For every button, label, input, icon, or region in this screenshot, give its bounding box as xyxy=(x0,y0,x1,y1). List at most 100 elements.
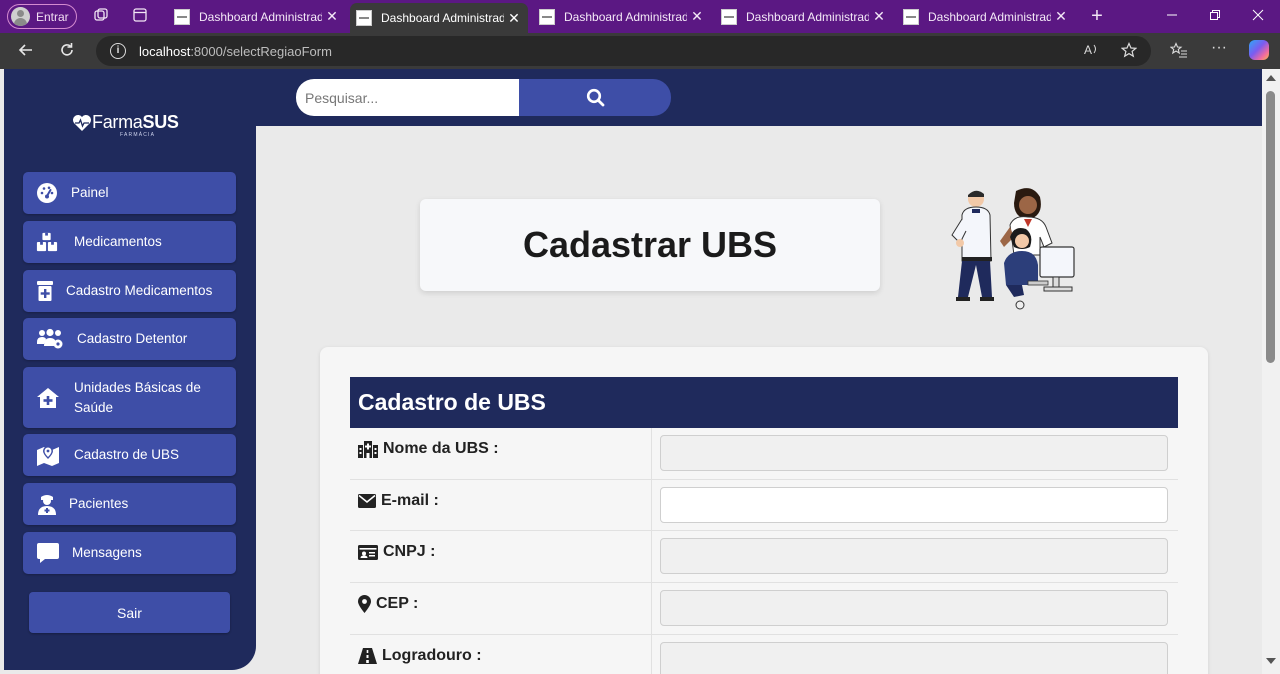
form-row-cep: CEP : xyxy=(350,583,1178,635)
browser-toolbar: i localhost:8000/selectRegiaoForm A ··· xyxy=(0,33,1280,69)
sidebar-item-label: Pacientes xyxy=(69,496,129,511)
field-label-row: CNPJ : xyxy=(350,531,652,583)
road-icon xyxy=(358,647,377,665)
page-scrollbar[interactable] xyxy=(1262,69,1280,674)
back-arrow-icon[interactable] xyxy=(16,41,36,61)
close-window-icon[interactable] xyxy=(1236,5,1280,27)
browser-tab[interactable]: Dashboard Administrado ✕ xyxy=(897,3,1075,30)
ubs-form: Cadastro de UBS Nome da UBS : E-mail : C… xyxy=(350,377,1178,674)
sidebar-item-cadastro-detentor[interactable]: Cadastro Detentor xyxy=(23,318,236,360)
sidebar: FarmaSUS FARMÁCIA Painel Medicamentos Ca… xyxy=(4,69,256,670)
id-card-icon xyxy=(358,543,378,561)
restore-icon[interactable] xyxy=(1193,5,1237,27)
field-label: E-mail : xyxy=(381,491,439,509)
browser-tab-bar: Entrar Dashboard Administrado ✕ Dashboar… xyxy=(0,0,1280,33)
sidebar-item-label: Medicamentos xyxy=(74,234,162,249)
email-input[interactable] xyxy=(660,486,1168,523)
field-label: CNPJ : xyxy=(383,543,436,561)
logo-tagline: FARMÁCIA xyxy=(120,132,156,138)
form-row-logradouro: Logradouro : xyxy=(350,634,1178,674)
nome-ubs-input[interactable] xyxy=(660,435,1168,471)
sidebar-item-label: Cadastro de UBS xyxy=(74,447,180,462)
field-label: CEP : xyxy=(376,595,419,613)
form-row-cnpj: CNPJ : xyxy=(350,531,1178,584)
browser-tab[interactable]: Dashboard Administrado ✕ xyxy=(168,3,346,30)
tab-title: Dashboard Administrado xyxy=(381,11,504,25)
browser-tab[interactable]: Dashboard Administrado ✕ xyxy=(533,3,711,30)
favicon-icon xyxy=(356,10,372,26)
sidebar-item-mensagens[interactable]: Mensagens xyxy=(23,532,236,574)
heart-pulse-icon xyxy=(73,114,91,131)
url-path: :8000/selectRegiaoForm xyxy=(190,43,332,59)
users-gear-icon xyxy=(36,328,64,350)
cnpj-input[interactable] xyxy=(660,538,1168,575)
more-menu-icon[interactable]: ··· xyxy=(1209,39,1229,57)
profile-button[interactable]: Entrar xyxy=(7,4,77,29)
close-tab-icon[interactable]: ✕ xyxy=(687,8,707,25)
search-icon xyxy=(586,88,604,107)
scroll-up-arrow-icon[interactable] xyxy=(1266,75,1276,81)
browser-tab-active[interactable]: Dashboard Administrado ✕ xyxy=(350,3,528,33)
search-input[interactable] xyxy=(296,79,519,116)
copilot-icon[interactable] xyxy=(1249,40,1269,60)
favorites-list-icon[interactable] xyxy=(1169,42,1189,61)
read-aloud-icon[interactable]: A xyxy=(1082,42,1102,59)
tab-title: Dashboard Administrado xyxy=(928,9,1051,24)
favicon-icon xyxy=(539,8,555,25)
favorite-star-icon[interactable] xyxy=(1119,42,1139,61)
sidebar-item-cadastro-medicamentos[interactable]: Cadastro Medicamentos xyxy=(23,270,236,312)
search-button[interactable] xyxy=(519,79,671,116)
scrollbar-thumb[interactable] xyxy=(1266,91,1275,363)
message-icon xyxy=(36,542,60,564)
site-info-icon[interactable]: i xyxy=(110,43,126,59)
sidebar-item-label: Cadastro Detentor xyxy=(77,331,188,346)
form-heading: Cadastro de UBS xyxy=(350,377,1178,428)
boxes-icon xyxy=(36,231,58,253)
svg-text:A: A xyxy=(1084,43,1092,56)
browser-tab[interactable]: Dashboard Administrado ✕ xyxy=(715,3,893,30)
page-title-card: Cadastrar UBS xyxy=(420,199,880,291)
map-location-icon xyxy=(36,444,60,466)
close-tab-icon[interactable]: ✕ xyxy=(504,10,524,27)
favicon-icon xyxy=(721,8,737,25)
cep-input[interactable] xyxy=(660,590,1168,627)
field-label-row: Logradouro : xyxy=(350,634,652,674)
favicon-icon xyxy=(903,8,919,25)
profile-label: Entrar xyxy=(36,9,69,24)
minimize-icon[interactable] xyxy=(1150,5,1194,27)
sidebar-item-label: Unidades Básicas de Saúde xyxy=(74,379,201,415)
logo-word-bold: SUS xyxy=(142,112,179,132)
team-illustration xyxy=(951,188,1075,310)
tab-title: Dashboard Administrado xyxy=(199,9,322,24)
reload-icon[interactable] xyxy=(57,41,77,61)
sidebar-item-unidades-basicas[interactable]: Unidades Básicas de Saúde xyxy=(23,367,236,428)
logradouro-input[interactable] xyxy=(660,641,1168,674)
workspaces-icon[interactable] xyxy=(92,7,110,25)
location-pin-icon xyxy=(358,595,371,614)
avatar-icon xyxy=(11,7,30,26)
sidebar-item-medicamentos[interactable]: Medicamentos xyxy=(23,221,236,263)
gauge-icon xyxy=(36,182,58,204)
close-tab-icon[interactable]: ✕ xyxy=(1051,8,1071,25)
address-bar[interactable]: i localhost:8000/selectRegiaoForm xyxy=(96,36,1151,66)
hospital-icon xyxy=(358,440,378,458)
prescription-bottle-icon xyxy=(34,280,56,302)
close-tab-icon[interactable]: ✕ xyxy=(869,8,889,25)
logo-word-light: Farma xyxy=(92,112,143,132)
envelope-icon xyxy=(358,492,376,510)
field-label: Logradouro : xyxy=(382,646,482,664)
sidebar-item-label: Cadastro Medicamentos xyxy=(66,283,213,298)
logout-button[interactable]: Sair xyxy=(29,592,230,633)
new-tab-icon[interactable]: + xyxy=(1088,6,1106,26)
field-label-row: Nome da UBS : xyxy=(350,428,652,479)
scroll-down-arrow-icon[interactable] xyxy=(1266,658,1276,664)
tab-actions-icon[interactable] xyxy=(131,7,149,25)
sidebar-item-cadastro-ubs[interactable]: Cadastro de UBS xyxy=(23,434,236,476)
field-label-row: CEP : xyxy=(350,583,652,634)
form-row-email: E-mail : xyxy=(350,479,1178,532)
close-tab-icon[interactable]: ✕ xyxy=(322,8,342,25)
sidebar-item-pacientes[interactable]: Pacientes xyxy=(23,483,236,525)
sidebar-item-painel[interactable]: Painel xyxy=(23,172,236,214)
url-host: localhost xyxy=(139,43,191,59)
search-bar xyxy=(296,79,671,116)
